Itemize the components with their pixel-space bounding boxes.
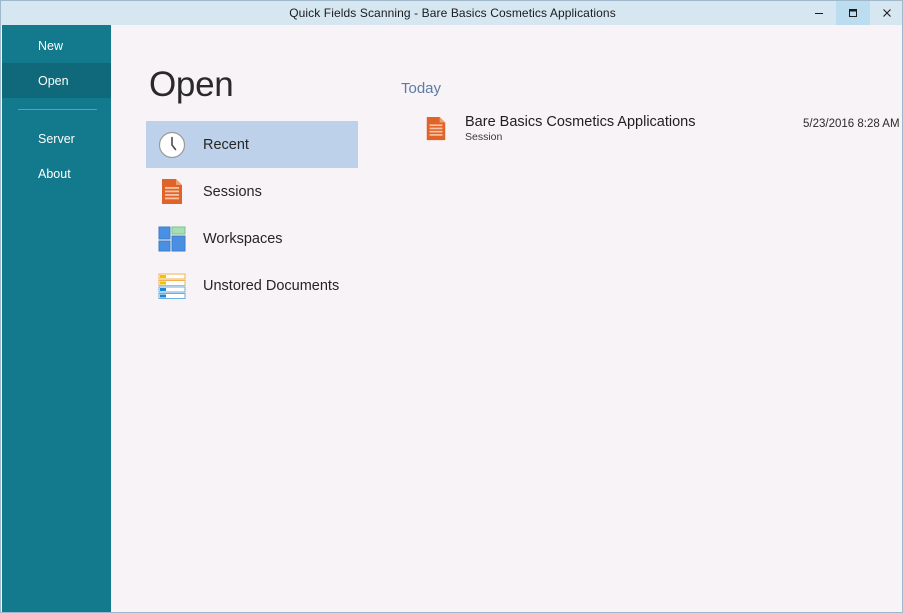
- session-document-icon: [157, 177, 187, 207]
- places-list: Recent Sessions: [146, 121, 358, 309]
- application-window: Quick Fields Scanning - Bare Basics Cosm…: [0, 0, 903, 613]
- place-item-sessions[interactable]: Sessions: [146, 168, 358, 215]
- sidebar: New Open Server About: [2, 25, 111, 613]
- sidebar-item-about[interactable]: About: [2, 156, 111, 191]
- place-item-workspaces[interactable]: Workspaces: [146, 215, 358, 262]
- recent-panel: Today Bare Basics Cosmetics Applications…: [401, 80, 881, 149]
- maximize-button[interactable]: [836, 1, 870, 25]
- workspaces-grid-icon: [157, 224, 187, 254]
- close-button[interactable]: [870, 1, 903, 25]
- recent-list-item[interactable]: Bare Basics Cosmetics Applications Sessi…: [401, 109, 881, 149]
- place-item-label: Sessions: [203, 184, 262, 200]
- place-item-label: Recent: [203, 137, 249, 153]
- sidebar-item-label: About: [38, 167, 71, 181]
- minimize-icon: [813, 7, 825, 19]
- content-area: Open Recent: [111, 25, 901, 611]
- sidebar-item-open[interactable]: Open: [2, 63, 111, 98]
- sidebar-divider: [18, 109, 97, 110]
- unstored-documents-icon: [157, 271, 187, 301]
- sidebar-item-new[interactable]: New: [2, 28, 111, 63]
- recent-item-texts: Bare Basics Cosmetics Applications Sessi…: [465, 114, 696, 144]
- place-item-label: Unstored Documents: [203, 278, 339, 294]
- sidebar-item-label: Server: [38, 132, 75, 146]
- minimize-button[interactable]: [802, 1, 836, 25]
- window-controls: [802, 1, 903, 25]
- sidebar-item-server[interactable]: Server: [2, 121, 111, 156]
- sidebar-item-label: New: [38, 39, 63, 53]
- maximize-icon: [847, 7, 859, 19]
- sidebar-item-label: Open: [38, 74, 69, 88]
- close-icon: [881, 7, 893, 19]
- window-title: Quick Fields Scanning - Bare Basics Cosm…: [289, 6, 616, 20]
- place-item-recent[interactable]: Recent: [146, 121, 358, 168]
- recent-item-date: 5/23/2016 8:28 AM: [803, 118, 900, 130]
- recent-group-header: Today: [401, 80, 881, 97]
- clock-icon: [157, 130, 187, 160]
- page-title: Open: [149, 65, 233, 105]
- recent-item-type: Session: [465, 131, 696, 144]
- place-item-label: Workspaces: [203, 231, 283, 247]
- recent-item-name: Bare Basics Cosmetics Applications: [465, 114, 696, 131]
- title-bar: Quick Fields Scanning - Bare Basics Cosm…: [1, 1, 903, 25]
- place-item-unstored-documents[interactable]: Unstored Documents: [146, 262, 358, 309]
- session-document-icon: [423, 114, 449, 144]
